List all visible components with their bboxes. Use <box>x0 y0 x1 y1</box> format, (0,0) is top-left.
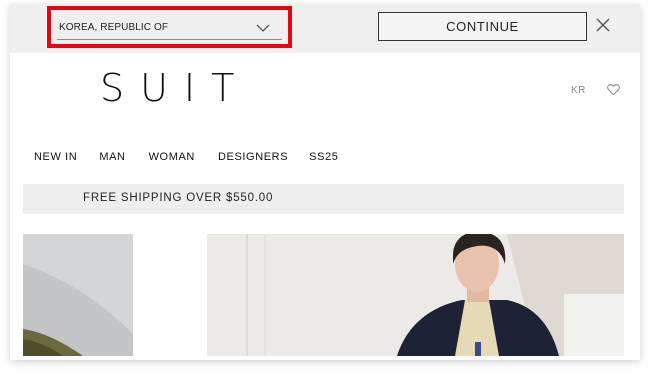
product-image-right[interactable] <box>207 234 624 356</box>
model-photo <box>207 234 624 356</box>
nav-item-ss25[interactable]: SS25 <box>309 151 338 163</box>
country-select[interactable]: KOREA, REPUBLIC OF <box>47 6 292 48</box>
nav-item-new-in[interactable]: NEW IN <box>34 151 77 163</box>
country-select-value: KOREA, REPUBLIC OF <box>59 22 169 33</box>
shipping-banner-text: FREE SHIPPING OVER $550.00 <box>83 192 274 204</box>
product-image-left[interactable] <box>23 234 133 356</box>
fabric-image <box>23 234 133 356</box>
browser-viewport: KOREA, REPUBLIC OF CONTINUE SUIT KR NEW … <box>10 4 640 360</box>
nav-item-woman[interactable]: WOMAN <box>149 151 195 163</box>
nav-item-man[interactable]: MAN <box>99 151 125 163</box>
close-icon[interactable] <box>596 18 610 32</box>
main-nav: NEW IN MAN WOMAN DESIGNERS SS25 <box>34 151 338 163</box>
site-logo[interactable]: SUIT <box>100 66 250 110</box>
select-underline <box>57 39 282 40</box>
continue-button[interactable]: CONTINUE <box>378 12 587 41</box>
nav-item-designers[interactable]: DESIGNERS <box>218 151 288 163</box>
heart-icon[interactable] <box>607 83 620 96</box>
country-selector-bar: KOREA, REPUBLIC OF CONTINUE <box>10 4 640 53</box>
shipping-banner: FREE SHIPPING OVER $550.00 <box>23 184 624 214</box>
language-selector[interactable]: KR <box>571 85 586 96</box>
chevron-down-icon <box>256 24 270 32</box>
